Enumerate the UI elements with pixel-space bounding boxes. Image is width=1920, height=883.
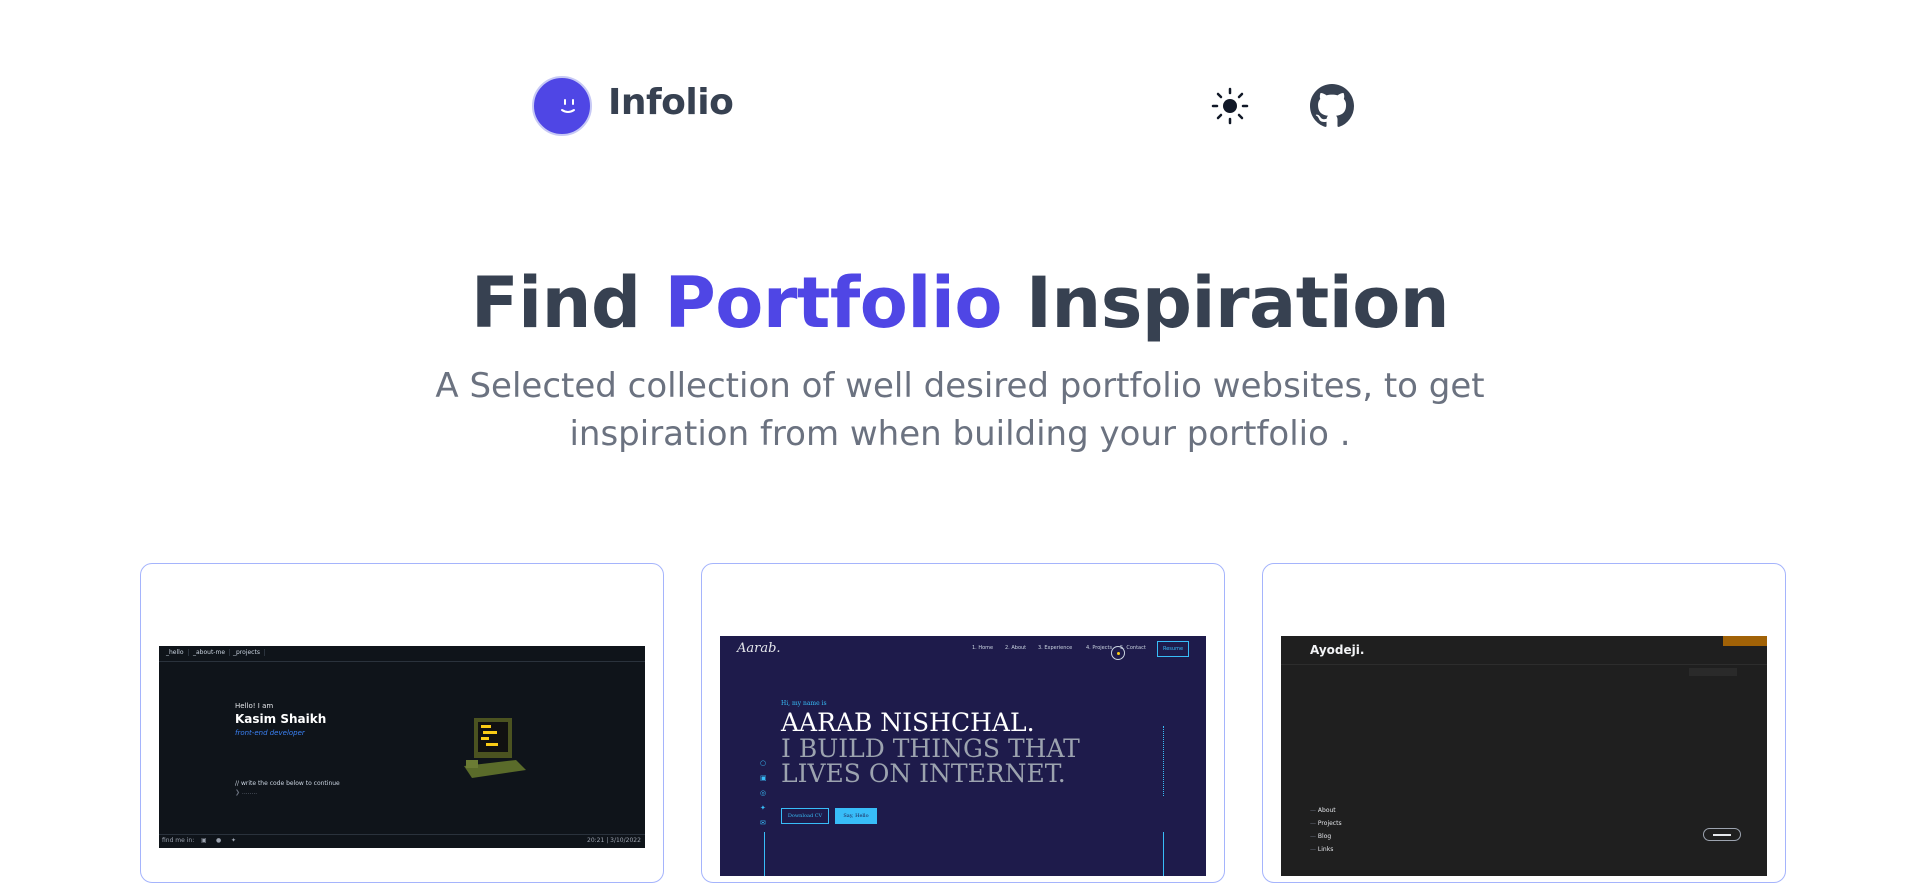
nav-experience[interactable]: 3. Experience (1038, 645, 1072, 651)
portfolio-card-2[interactable]: Aarab. 1. Home 2. About 3. Experience 4.… (701, 563, 1225, 883)
portfolio-screenshot[interactable]: _hello _about-me _projects Hello! I am K… (159, 646, 645, 848)
nav-about[interactable]: About (1318, 807, 1336, 814)
portfolio-screenshot[interactable]: Ayodeji. — About — Projects — Blog — Lin… (1281, 636, 1767, 876)
email-sidebar (1163, 726, 1165, 796)
resume-button[interactable]: Resume (1157, 641, 1189, 657)
toggle-pill[interactable] (1703, 828, 1741, 841)
person-name: Kasim Shaikh (235, 712, 327, 726)
title-accent: Portfolio (664, 262, 1002, 344)
prompt: // write the code below to continue (235, 780, 340, 787)
nav-links[interactable]: Links (1318, 846, 1333, 853)
brand-name[interactable]: Infolio (608, 82, 734, 123)
linkedin-icon[interactable]: ▣ (201, 837, 207, 844)
computer-illustration (464, 718, 526, 778)
twitter-icon[interactable]: ✦ (231, 837, 236, 844)
nav-about[interactable]: 2. About (1005, 645, 1026, 651)
logo-face-icon[interactable] (532, 76, 592, 136)
sun-icon[interactable] (1210, 86, 1250, 126)
tab-about[interactable]: _about-me (189, 649, 231, 656)
nav-home[interactable]: 1. Home (972, 645, 993, 651)
cursor-ring-icon (1111, 646, 1125, 660)
side-nav[interactable]: — About — Projects — Blog — Links (1310, 804, 1342, 856)
github-icon[interactable] (1310, 84, 1354, 128)
site-header: Infolio (532, 76, 1356, 140)
say-hello-button[interactable]: Say, Hello (835, 808, 877, 824)
role: front-end developer (235, 729, 305, 737)
page-title: Find Portfolio Inspiration (470, 262, 1450, 344)
footer-label: find me in: (162, 837, 195, 844)
portfolio-card-1[interactable]: _hello _about-me _projects Hello! I am K… (140, 563, 664, 883)
portfolio-screenshot[interactable]: Aarab. 1. Home 2. About 3. Experience 4.… (720, 636, 1206, 876)
headline-line3: LIVES ON INTERNET. (781, 759, 1066, 788)
github-icon[interactable]: ● (216, 837, 221, 844)
tab-projects[interactable]: _projects (229, 649, 265, 656)
tab-hello[interactable]: _hello (162, 649, 189, 656)
social-icons[interactable]: ○ ▣ ◎ ✦ ✉ (760, 756, 767, 831)
download-cv-button[interactable]: Download CV (781, 808, 829, 824)
intro-text: Hi, my name is (781, 700, 827, 707)
portfolio-card-3[interactable]: Ayodeji. — About — Projects — Blog — Lin… (1262, 563, 1786, 883)
page-subtitle: A Selected collection of well desired po… (435, 366, 1485, 454)
placeholder-pill (1689, 668, 1737, 676)
greeting: Hello! I am (235, 702, 274, 710)
footer-date: 20:21 | 3/10/2022 (587, 837, 641, 844)
nav-blog[interactable]: Blog (1318, 833, 1331, 840)
corner-badge (1723, 636, 1767, 646)
site-logo[interactable]: Ayodeji. (1310, 643, 1364, 657)
nav-projects[interactable]: Projects (1318, 820, 1342, 827)
headline-line2: I BUILD THINGS THAT (781, 734, 1080, 763)
headline-name: AARAB NISHCHAL. (781, 708, 1035, 737)
nav-projects[interactable]: 4. Projects (1086, 645, 1112, 651)
site-logo[interactable]: Aarab. (737, 641, 781, 656)
